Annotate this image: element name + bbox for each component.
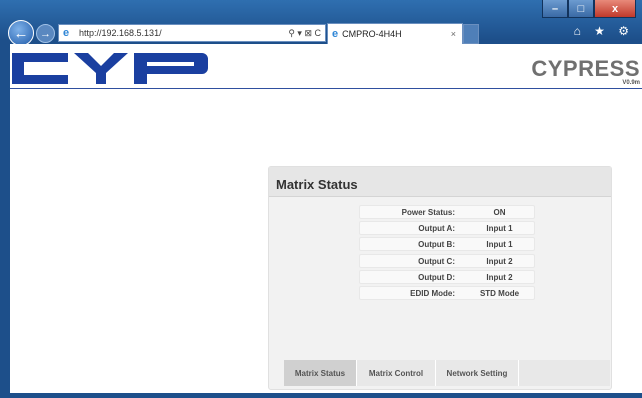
status-row-output-c: Output C: Input 2 [359, 254, 535, 268]
tab-ie-icon: e [332, 28, 339, 40]
back-button[interactable]: ← [8, 20, 34, 46]
window-controls: – □ x [542, 0, 636, 18]
row-label: Output B: [418, 239, 455, 249]
row-value: ON [493, 207, 506, 217]
row-value: STD Mode [479, 288, 520, 298]
browser-tab[interactable]: e CMPRO-4H4H × [327, 23, 463, 44]
row-value: Input 2 [486, 256, 513, 266]
row-value: Input 2 [486, 272, 513, 282]
status-row-output-a: Output A: Input 1 [359, 221, 535, 235]
status-row-power: Power Status: ON [359, 205, 535, 219]
version-label: V0.9m [622, 80, 640, 86]
status-row-output-b: Output B: Input 1 [359, 237, 535, 251]
address-bar[interactable]: e http://192.168.5.131/ ⚲ ▾ ⊠ C [58, 24, 326, 42]
tab-matrix-status[interactable]: Matrix Status [284, 360, 357, 386]
tab-title: CMPRO-4H4H [342, 29, 402, 39]
forward-button[interactable]: → [36, 24, 55, 43]
row-label: Output A: [418, 223, 455, 233]
tab-matrix-control[interactable]: Matrix Control [357, 360, 436, 386]
cyp-logo [12, 53, 208, 84]
row-label: Output D: [418, 272, 455, 282]
new-tab-button[interactable] [463, 24, 479, 44]
address-url[interactable]: http://192.168.5.131/ [79, 28, 288, 38]
row-value: Input 1 [486, 239, 513, 249]
back-arrow-icon: ← [13, 24, 29, 42]
panel-tabs: Matrix Status Matrix Control Network Set… [284, 360, 610, 386]
row-label: EDID Mode: [410, 288, 455, 298]
tab-close-icon[interactable]: × [451, 29, 462, 39]
close-window-button[interactable]: x [594, 0, 636, 18]
tab-network-setting[interactable]: Network Setting [436, 360, 519, 386]
row-label: Output C: [418, 256, 455, 266]
page-content: CYPRESS V0.9m Matrix Status Power Status… [10, 44, 642, 393]
maximize-button[interactable]: □ [568, 0, 594, 18]
toolbar-icons[interactable]: ⌂ ★ ⚙ [574, 24, 634, 38]
forward-arrow-icon: → [40, 27, 51, 40]
row-label: Power Status: [401, 207, 455, 217]
status-row-edid-mode: EDID Mode: STD Mode [359, 286, 535, 300]
address-tools[interactable]: ⚲ ▾ ⊠ C [288, 28, 325, 39]
minimize-button[interactable]: – [542, 0, 568, 18]
browser-window: – □ x ← → e http://192.168.5.131/ ⚲ ▾ ⊠ … [0, 0, 642, 398]
header-divider [10, 88, 642, 89]
matrix-status-panel: Matrix Status Power Status: ON Output A:… [268, 166, 612, 390]
ie-icon: e [63, 27, 70, 39]
status-row-output-d: Output D: Input 2 [359, 270, 535, 284]
row-value: Input 1 [486, 223, 513, 233]
panel-title: Matrix Status [269, 167, 611, 197]
brand-name: CYPRESS [531, 56, 640, 81]
